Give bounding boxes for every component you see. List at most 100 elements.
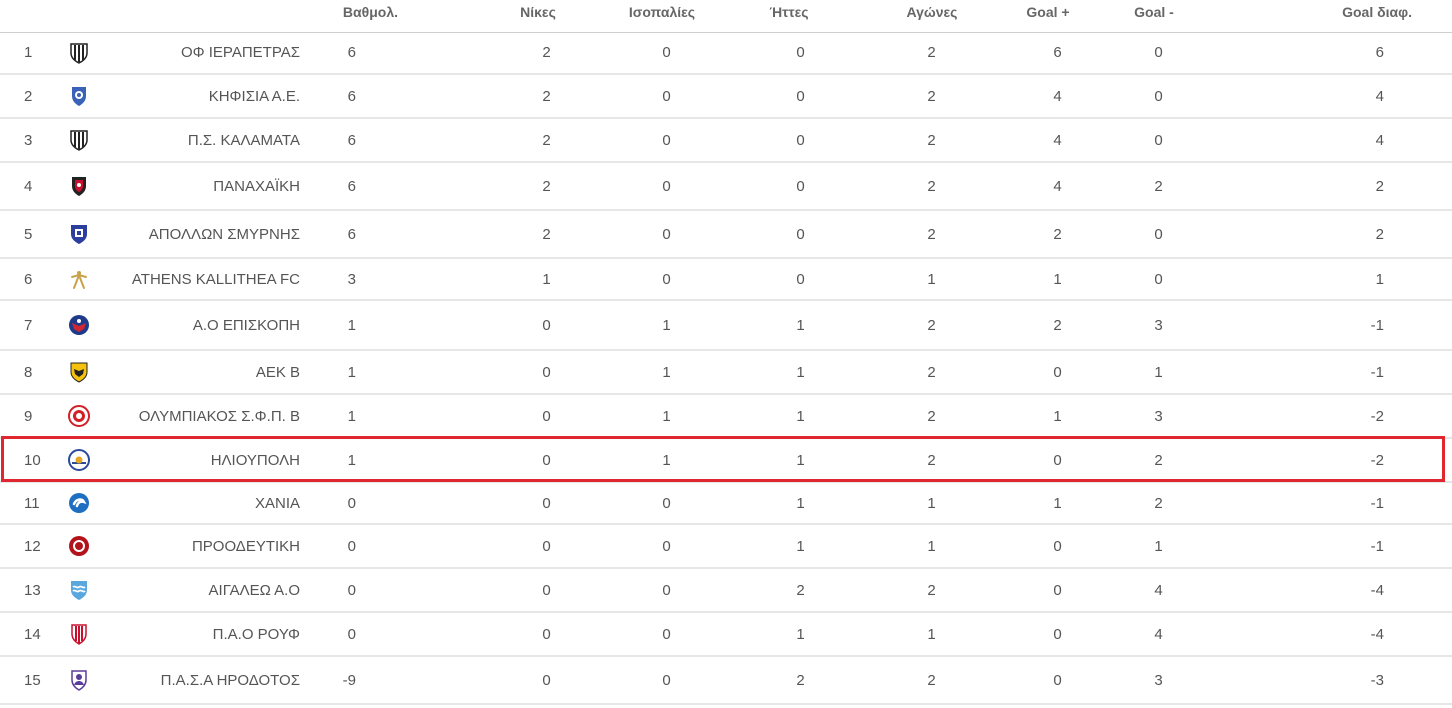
- played-cell: 2: [842, 118, 1022, 163]
- wins-cell: 2: [488, 210, 588, 259]
- wins-cell: 1: [488, 258, 588, 301]
- table-header-row: Βαθμολ. Νίκες Ισοπαλίες Ήττες Αγώνες Goa…: [0, 0, 1452, 33]
- losses-cell: 1: [736, 612, 842, 657]
- wins-cell: 0: [488, 656, 588, 705]
- team-rank: 5: [0, 210, 58, 259]
- wins-cell: 2: [488, 118, 588, 163]
- played-cell: 2: [842, 656, 1022, 705]
- table-row[interactable]: 8 ΑΕΚ Β 1 0 1 1 2 0 1 -1: [0, 350, 1452, 395]
- played-cell: 2: [842, 162, 1022, 211]
- header-wins[interactable]: Νίκες: [488, 0, 588, 33]
- team-rank: 11: [0, 482, 58, 525]
- red-black-shield-crest-icon: [67, 177, 91, 196]
- blue-shield-crest-icon: [67, 87, 91, 106]
- goals-for-cell: 0: [1022, 524, 1074, 569]
- team-rank: 3: [0, 118, 58, 163]
- header-points[interactable]: Βαθμολ.: [300, 0, 488, 33]
- points-cell: 0: [300, 612, 488, 657]
- table-row[interactable]: 15 Π.Α.Σ.Α ΗΡΟΔΟΤΟΣ -9 0 0 2 2 0 3 -3: [0, 656, 1452, 705]
- table-row[interactable]: 1 ΟΦ ΙΕΡΑΠΕΤΡΑΣ 6 2 0 0 2 6 0 6: [0, 32, 1452, 75]
- table-row[interactable]: 9 ΟΛΥΜΠΙΑΚΟΣ Σ.Φ.Π. Β 1 0 1 1 2 1 3 -2: [0, 394, 1452, 439]
- goals-against-cell: 2: [1074, 482, 1234, 525]
- header-draws[interactable]: Ισοπαλίες: [588, 0, 736, 33]
- team-rank: 15: [0, 656, 58, 705]
- header-goal-difference[interactable]: Goal διαφ.: [1234, 0, 1452, 33]
- yellow-eagle-crest-icon: [67, 362, 91, 383]
- draws-cell: 0: [588, 118, 736, 163]
- team-name[interactable]: Π.Α.Ο ΡΟΥΦ: [100, 612, 300, 657]
- team-name[interactable]: ΠΑΝΑΧΑΪΚΗ: [100, 162, 300, 211]
- light-blue-wave-crest-icon: [67, 581, 91, 600]
- team-name[interactable]: ΧΑΝΙΑ: [100, 482, 300, 525]
- draws-cell: 0: [588, 258, 736, 301]
- table-row[interactable]: 14 Π.Α.Ο ΡΟΥΦ 0 0 0 1 1 0 4 -4: [0, 612, 1452, 657]
- gold-figure-crest-icon: [67, 270, 91, 289]
- goals-against-cell: 0: [1074, 74, 1234, 119]
- team-name[interactable]: ΟΦ ΙΕΡΑΠΕΤΡΑΣ: [100, 32, 300, 75]
- team-logo: [58, 258, 100, 301]
- team-name[interactable]: Α.Ο ΕΠΙΣΚΟΠΗ: [100, 300, 300, 351]
- team-logo: [58, 300, 100, 351]
- table-row[interactable]: 11 ΧΑΝΙΑ 0 0 0 1 1 1 2 -1: [0, 482, 1452, 525]
- played-cell: 2: [842, 350, 1022, 395]
- played-cell: 2: [842, 438, 1022, 483]
- table-row[interactable]: 10 ΗΛΙΟΥΠΟΛΗ 1 0 1 1 2 0 2 -2: [0, 438, 1452, 483]
- wins-cell: 0: [488, 568, 588, 613]
- goal-difference-cell: -1: [1234, 300, 1452, 351]
- goal-difference-cell: -4: [1234, 568, 1452, 613]
- draws-cell: 0: [588, 482, 736, 525]
- table-row[interactable]: 3 Π.Σ. ΚΑΛΑΜΑΤΑ 6 2 0 0 2 4 0 4: [0, 118, 1452, 163]
- draws-cell: 0: [588, 612, 736, 657]
- header-logo: [58, 0, 100, 33]
- draws-cell: 0: [588, 162, 736, 211]
- losses-cell: 0: [736, 32, 842, 75]
- black-white-striped-crest-icon: [67, 130, 91, 151]
- played-cell: 2: [842, 300, 1022, 351]
- team-name[interactable]: ΚΗΦΙΣΙΑ Α.Ε.: [100, 74, 300, 119]
- team-name[interactable]: ΠΡΟΟΔΕΥΤΙΚΗ: [100, 524, 300, 569]
- wins-cell: 0: [488, 438, 588, 483]
- team-rank: 12: [0, 524, 58, 569]
- table-row[interactable]: 12 ΠΡΟΟΔΕΥΤΙΚΗ 0 0 0 1 1 0 1 -1: [0, 524, 1452, 569]
- table-row[interactable]: 2 ΚΗΦΙΣΙΑ Α.Ε. 6 2 0 0 2 4 0 4: [0, 74, 1452, 119]
- goals-against-cell: 0: [1074, 258, 1234, 301]
- losses-cell: 1: [736, 438, 842, 483]
- team-logo: [58, 394, 100, 439]
- goals-against-cell: 1: [1074, 524, 1234, 569]
- table-row[interactable]: 7 Α.Ο ΕΠΙΣΚΟΠΗ 1 0 1 1 2 2 3 -1: [0, 300, 1452, 351]
- table-row[interactable]: 13 ΑΙΓΑΛΕΩ Α.Ο 0 0 0 2 2 0 4 -4: [0, 568, 1452, 613]
- draws-cell: 1: [588, 300, 736, 351]
- goals-for-cell: 4: [1022, 162, 1074, 211]
- header-played[interactable]: Αγώνες: [842, 0, 1022, 33]
- team-logo: [58, 210, 100, 259]
- header-team: [100, 0, 300, 33]
- header-goals-for[interactable]: Goal +: [1022, 0, 1074, 33]
- goal-difference-cell: -1: [1234, 350, 1452, 395]
- purple-bust-crest-icon: [67, 670, 91, 691]
- draws-cell: 0: [588, 524, 736, 569]
- table-row[interactable]: 6 ATHENS KALLITHEA FC 3 1 0 0 1 1 0 1: [0, 258, 1452, 301]
- points-cell: 6: [300, 32, 488, 75]
- goals-for-cell: 0: [1022, 350, 1074, 395]
- red-circle-crest-icon: [67, 405, 91, 427]
- team-name[interactable]: Π.Σ. ΚΑΛΑΜΑΤΑ: [100, 118, 300, 163]
- points-cell: 1: [300, 300, 488, 351]
- table-row[interactable]: 4 ΠΑΝΑΧΑΪΚΗ 6 2 0 0 2 4 2 2: [0, 162, 1452, 211]
- team-name[interactable]: ΟΛΥΜΠΙΑΚΟΣ Σ.Φ.Π. Β: [100, 394, 300, 439]
- team-name[interactable]: ATHENS KALLITHEA FC: [100, 258, 300, 301]
- wins-cell: 0: [488, 524, 588, 569]
- team-name[interactable]: ΑΠΟΛΛΩΝ ΣΜΥΡΝΗΣ: [100, 210, 300, 259]
- team-rank: 8: [0, 350, 58, 395]
- team-name[interactable]: ΑΕΚ Β: [100, 350, 300, 395]
- team-name[interactable]: ΑΙΓΑΛΕΩ Α.Ο: [100, 568, 300, 613]
- header-losses[interactable]: Ήττες: [736, 0, 842, 33]
- goal-difference-cell: 4: [1234, 118, 1452, 163]
- team-logo: [58, 612, 100, 657]
- team-name[interactable]: ΗΛΙΟΥΠΟΛΗ: [100, 438, 300, 483]
- wins-cell: 0: [488, 350, 588, 395]
- points-cell: 6: [300, 210, 488, 259]
- table-row[interactable]: 5 ΑΠΟΛΛΩΝ ΣΜΥΡΝΗΣ 6 2 0 0 2 2 0 2: [0, 210, 1452, 259]
- team-name[interactable]: Π.Α.Σ.Α ΗΡΟΔΟΤΟΣ: [100, 656, 300, 705]
- played-cell: 2: [842, 210, 1022, 259]
- header-goals-against[interactable]: Goal -: [1074, 0, 1234, 33]
